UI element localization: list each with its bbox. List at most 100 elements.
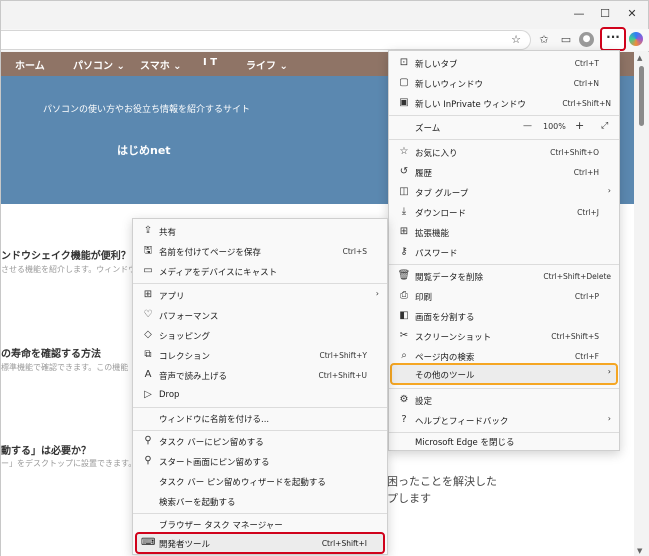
print-icon: ⎙ <box>400 290 408 301</box>
help-icon: ? <box>401 414 407 425</box>
delete-icon: 🗑 <box>397 270 411 281</box>
menu-item-inprivate[interactable]: ▣ 新しい InPrivate ウィンドウ Ctrl+Shift+N <box>389 93 619 113</box>
body-text: プします <box>387 492 431 505</box>
article-title[interactable]: 動する」は必要か？ <box>1 442 91 457</box>
menu-separator <box>133 283 387 284</box>
submenu-item-apps[interactable]: ⊞ アプリ › <box>133 285 387 305</box>
screenshot-icon: ✂ <box>399 330 409 341</box>
zoom-out-button[interactable]: — <box>523 121 532 131</box>
menu-separator <box>389 264 619 265</box>
read-aloud-icon: A <box>144 369 152 380</box>
download-icon: ⤓ <box>401 206 407 217</box>
settings-and-more-button[interactable]: ··· <box>600 27 626 51</box>
article-excerpt: させる機能を紹介します。ウィンドウ <box>1 265 137 274</box>
settings-menu: ⊡ 新しいタブ Ctrl+T ▢ 新しいウィンドウ Ctrl+N ▣ 新しい I… <box>388 50 620 451</box>
submenu-item-cast[interactable]: ▭ メディアをデバイスにキャスト <box>133 261 387 281</box>
menu-separator <box>389 139 619 140</box>
menu-item-favorites[interactable]: ☆ お気に入り Ctrl+Shift+O <box>389 142 619 162</box>
article-title[interactable]: ンドウシェイク機能が便利？ <box>1 247 131 262</box>
shopping-icon: ◇ <box>144 329 152 340</box>
cast-icon[interactable]: ▭ <box>557 31 575 49</box>
nav-home[interactable]: ホーム <box>15 57 45 72</box>
collections-icon: ⧉ <box>144 349 152 360</box>
article-excerpt: ー」をデスクトップに設置できます。 <box>1 459 137 468</box>
article-title[interactable]: の寿命を確認する方法 <box>1 345 101 360</box>
menu-item-clear-data[interactable]: 🗑 閲覧データを削除 Ctrl+Shift+Delete <box>389 266 619 286</box>
tab-groups-icon: ◫ <box>399 186 409 197</box>
new-window-icon: ▢ <box>399 77 409 88</box>
menu-item-extensions[interactable]: ⊞ 拡張機能 <box>389 222 619 242</box>
submenu-item-pin-start[interactable]: ⚲ スタート画面にピン留めする <box>133 451 387 471</box>
fullscreen-icon[interactable]: ⤢ <box>601 121 608 131</box>
submenu-item-pin-taskbar[interactable]: ⚲ タスク バーにピン留めする <box>133 431 387 451</box>
extensions-icon: ⊞ <box>399 226 409 237</box>
nav-it[interactable]: I T <box>203 57 217 68</box>
site-name[interactable]: はじめnet <box>117 142 171 158</box>
menu-item-split-screen[interactable]: ◧ 画面を分割する <box>389 306 619 326</box>
new-tab-icon: ⊡ <box>399 57 409 68</box>
share-icon: ⇪ <box>143 225 153 236</box>
address-bar: ☆ ✩ ▭ ● <box>1 29 649 51</box>
submenu-item-devtools[interactable]: ⌨ 開発者ツール Ctrl+Shift+I <box>135 532 385 554</box>
menu-separator <box>389 115 619 116</box>
menu-item-screenshot[interactable]: ✂ スクリーンショット Ctrl+Shift+S <box>389 326 619 346</box>
submenu-item-performance[interactable]: ♡ パフォーマンス <box>133 305 387 325</box>
submenu-item-name-window[interactable]: ウィンドウに名前を付ける... <box>133 408 387 428</box>
page-scrollbar[interactable]: ▲ ▼ <box>634 52 649 556</box>
menu-item-downloads[interactable]: ⤓ ダウンロード Ctrl+J <box>389 202 619 222</box>
menu-item-print[interactable]: ⎙ 印刷 Ctrl+P <box>389 286 619 306</box>
settings-icon: ⚙ <box>399 394 409 405</box>
maximize-button[interactable]: ☐ <box>593 5 617 23</box>
scroll-up-icon[interactable]: ▲ <box>637 54 642 62</box>
favorites-bar-icon[interactable]: ✩ <box>535 31 553 49</box>
submenu-item-drop[interactable]: ▷ Drop <box>133 385 387 405</box>
save-icon: 🖫 <box>143 245 153 256</box>
menu-item-help[interactable]: ? ヘルプとフィードバック › <box>389 410 619 430</box>
favorite-star-icon[interactable]: ☆ <box>507 31 525 49</box>
nav-smartphone[interactable]: スマホ ⌄ <box>140 57 182 72</box>
submenu-item-save-page[interactable]: 🖫 名前を付けてページを保存 Ctrl+S <box>133 241 387 261</box>
history-icon: ↺ <box>399 166 409 177</box>
chevron-right-icon: › <box>607 186 611 195</box>
menu-item-settings[interactable]: ⚙ 設定 <box>389 390 619 410</box>
copilot-icon[interactable] <box>629 32 643 46</box>
submenu-item-task-manager[interactable]: ブラウザー タスク マネージャー <box>133 514 387 534</box>
url-input[interactable]: ☆ <box>1 30 531 50</box>
zoom-in-button[interactable]: + <box>575 119 584 132</box>
password-icon: ⚷ <box>400 246 408 257</box>
inprivate-icon: ▣ <box>399 97 409 108</box>
cast-icon: ▭ <box>143 265 153 276</box>
minimize-button[interactable]: — <box>567 5 591 23</box>
menu-item-history[interactable]: ↺ 履歴 Ctrl+H <box>389 162 619 182</box>
chevron-right-icon: › <box>607 367 611 376</box>
favorites-icon: ☆ <box>399 146 409 157</box>
submenu-item-shopping[interactable]: ◇ ショッピング <box>133 325 387 345</box>
title-bar: — ☐ ✕ <box>1 1 649 29</box>
more-tools-submenu: ⇪ 共有 🖫 名前を付けてページを保存 Ctrl+S ▭ メディアをデバイスにキ… <box>132 218 388 555</box>
pin-start-icon: ⚲ <box>144 455 152 466</box>
menu-item-close-edge[interactable]: Microsoft Edge を閉じる <box>389 431 619 451</box>
submenu-item-pin-wizard[interactable]: タスク バー ピン留めウィザードを起動する <box>133 471 387 491</box>
profile-avatar-icon[interactable]: ● <box>579 32 594 47</box>
submenu-item-search-bar[interactable]: 検索バーを起動する <box>133 491 387 511</box>
submenu-item-collections[interactable]: ⧉ コレクション Ctrl+Shift+Y <box>133 345 387 365</box>
submenu-item-share[interactable]: ⇪ 共有 <box>133 221 387 241</box>
submenu-item-read-aloud[interactable]: A 音声で読み上げる Ctrl+Shift+U <box>133 365 387 385</box>
pin-icon: ⚲ <box>144 435 152 446</box>
menu-separator <box>389 388 619 389</box>
nav-life[interactable]: ライフ ⌄ <box>246 57 288 72</box>
article-excerpt: 標準機能で確認できます。この機能 <box>1 363 129 372</box>
scrollbar-thumb[interactable] <box>639 66 644 126</box>
close-button[interactable]: ✕ <box>620 5 644 23</box>
scroll-down-icon[interactable]: ▼ <box>637 547 642 555</box>
menu-item-more-tools[interactable]: その他のツール › <box>390 363 618 385</box>
nav-pc[interactable]: パソコン ⌄ <box>73 57 125 72</box>
split-screen-icon: ◧ <box>399 310 409 321</box>
menu-item-tab-groups[interactable]: ◫ タブ グループ › <box>389 182 619 202</box>
find-icon: ⌕ <box>401 350 407 361</box>
menu-item-zoom: ズーム — 100% + ⤢ <box>415 119 609 134</box>
menu-item-new-window[interactable]: ▢ 新しいウィンドウ Ctrl+N <box>389 73 619 93</box>
menu-item-new-tab[interactable]: ⊡ 新しいタブ Ctrl+T <box>389 53 619 73</box>
zoom-level: 100% <box>543 122 566 131</box>
menu-item-passwords[interactable]: ⚷ パスワード <box>389 242 619 262</box>
